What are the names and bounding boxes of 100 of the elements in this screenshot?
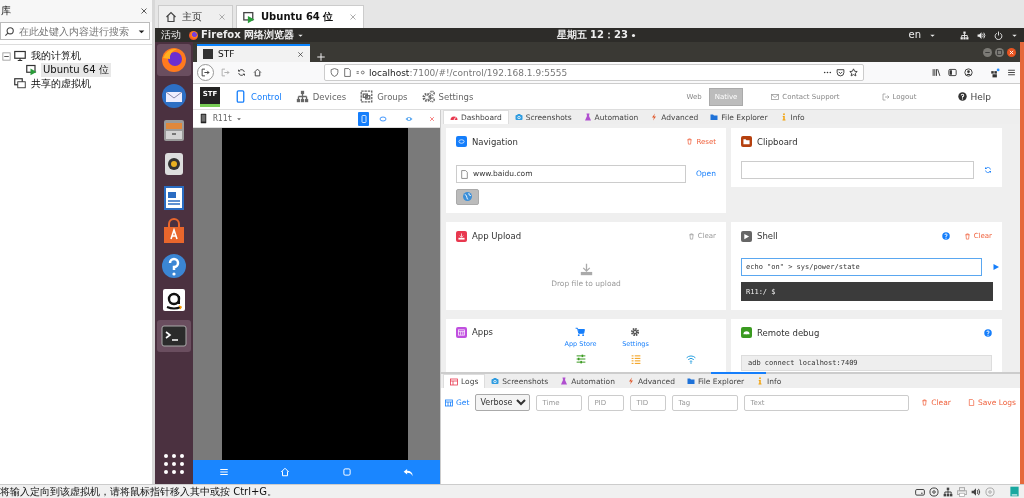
app-menu[interactable]: Firefox 网络浏览器 bbox=[201, 28, 295, 42]
shopping-icon[interactable] bbox=[160, 286, 188, 314]
cart-icon bbox=[575, 327, 586, 337]
envelope-icon bbox=[771, 92, 780, 101]
phone-icon bbox=[359, 114, 368, 123]
address-bar[interactable]: localhost:7100/#!/control/192.168.1.9:5555 bbox=[324, 64, 864, 81]
folder-icon bbox=[686, 377, 695, 385]
globe-icon bbox=[462, 191, 473, 203]
vm-tab[interactable]: 主页 bbox=[158, 5, 233, 28]
table-icon bbox=[450, 377, 458, 386]
tree-item[interactable]: 共享的虚拟机 bbox=[29, 77, 93, 91]
shield-icon bbox=[330, 68, 339, 77]
bolt-icon bbox=[626, 377, 635, 385]
trash-icon bbox=[686, 138, 694, 146]
grid-icon bbox=[456, 327, 467, 338]
search-icon bbox=[4, 25, 15, 37]
flask-icon bbox=[560, 377, 569, 385]
clock[interactable]: 星期五 12：23 bbox=[556, 28, 628, 42]
info-icon bbox=[756, 377, 765, 385]
level-select[interactable]: Verbose bbox=[475, 394, 531, 411]
camera-icon bbox=[514, 113, 523, 121]
nav-link[interactable]: Devices bbox=[295, 90, 347, 103]
square-icon[interactable] bbox=[341, 467, 352, 477]
panel-title: 库 bbox=[1, 4, 11, 18]
gear-icon bbox=[630, 327, 641, 337]
notification-dot-icon bbox=[630, 32, 636, 38]
frame-icon bbox=[360, 90, 374, 103]
folder-icon bbox=[710, 113, 719, 121]
volume-icon[interactable] bbox=[977, 30, 986, 40]
phone-icon bbox=[234, 90, 247, 103]
nav-link[interactable]: Groups bbox=[360, 90, 408, 103]
new-tab-icon[interactable] bbox=[316, 52, 326, 62]
phone-icon bbox=[198, 113, 209, 124]
logout-icon bbox=[881, 92, 890, 101]
shared-vm-icon bbox=[14, 78, 26, 90]
back-button[interactable] bbox=[197, 64, 214, 81]
portrait-button[interactable] bbox=[358, 111, 369, 126]
back-arrow-icon bbox=[201, 68, 210, 77]
cd-icon[interactable] bbox=[929, 486, 939, 497]
nav-link[interactable]: Control bbox=[234, 90, 282, 103]
flask-icon bbox=[583, 113, 592, 121]
help-link[interactable]: Help bbox=[958, 91, 991, 102]
trash-icon bbox=[921, 399, 929, 406]
sidebar-icon[interactable] bbox=[948, 68, 957, 77]
trash-icon bbox=[687, 232, 695, 240]
tree-item[interactable]: 我的计算机 bbox=[29, 49, 83, 63]
close-icon[interactable] bbox=[1007, 47, 1016, 57]
reload-icon[interactable] bbox=[237, 68, 246, 77]
browser-button[interactable] bbox=[456, 188, 479, 205]
page-icon bbox=[460, 169, 469, 179]
network-icon[interactable] bbox=[943, 486, 953, 497]
clipboard-field[interactable] bbox=[741, 161, 974, 179]
trash-icon bbox=[963, 232, 971, 240]
account-icon[interactable] bbox=[964, 68, 973, 77]
favicon bbox=[203, 49, 213, 59]
card-title: Remote debug bbox=[757, 327, 821, 338]
card-title: Shell bbox=[757, 231, 779, 241]
card-title: App Upload bbox=[472, 231, 523, 241]
notes-icon[interactable] bbox=[1009, 486, 1020, 497]
mail-icon[interactable] bbox=[160, 82, 188, 110]
pocket-icon[interactable] bbox=[836, 68, 845, 77]
extension-icon[interactable] bbox=[990, 67, 1000, 78]
network-icon[interactable] bbox=[960, 30, 969, 40]
power-icon[interactable] bbox=[994, 30, 1003, 40]
computer-icon bbox=[14, 50, 26, 62]
home-icon[interactable] bbox=[253, 68, 262, 77]
vm-tab[interactable]: Ubuntu 64 位 bbox=[236, 5, 365, 28]
nav-link[interactable]: Settings bbox=[421, 90, 474, 103]
run-icon[interactable] bbox=[992, 263, 1000, 271]
vm-icon bbox=[243, 10, 256, 24]
close-icon[interactable] bbox=[140, 7, 148, 15]
sliders-icon[interactable] bbox=[575, 354, 586, 364]
home-icon bbox=[165, 11, 177, 23]
refresh-icon[interactable] bbox=[984, 166, 992, 174]
language-menu[interactable]: en bbox=[908, 28, 921, 42]
tree-item[interactable]: Ubuntu 64 位 bbox=[41, 63, 111, 77]
card-title: Clipboard bbox=[757, 136, 799, 147]
close-icon[interactable] bbox=[297, 50, 304, 58]
help-icon bbox=[958, 92, 968, 101]
library-icon[interactable] bbox=[932, 68, 941, 77]
sitemap-icon bbox=[295, 90, 309, 103]
fox-browser-icon[interactable] bbox=[160, 46, 188, 74]
camera-icon bbox=[491, 377, 500, 385]
table-icon bbox=[445, 398, 453, 407]
help-icon[interactable] bbox=[160, 252, 188, 280]
browser-tab[interactable]: STF bbox=[197, 44, 310, 62]
activities-button[interactable]: 活动 bbox=[161, 28, 181, 42]
page-icon bbox=[343, 68, 352, 77]
status-message: 将输入定向到该虚拟机，请将鼠标指针移入其中或按 Ctrl+G。 bbox=[0, 485, 279, 498]
device-name[interactable]: R11t bbox=[213, 114, 233, 123]
menu-icon[interactable] bbox=[1007, 68, 1016, 77]
minimize-icon[interactable] bbox=[983, 47, 992, 57]
app-icon bbox=[189, 30, 198, 40]
volume-icon[interactable] bbox=[971, 486, 981, 497]
star-icon[interactable] bbox=[849, 68, 858, 77]
caret-icon bbox=[236, 115, 243, 122]
card-title: Navigation bbox=[472, 136, 519, 147]
collapse-icon[interactable] bbox=[2, 51, 11, 61]
vm-icon bbox=[26, 64, 38, 76]
search-field[interactable]: 在此处键入内容进行搜索 bbox=[0, 22, 150, 40]
